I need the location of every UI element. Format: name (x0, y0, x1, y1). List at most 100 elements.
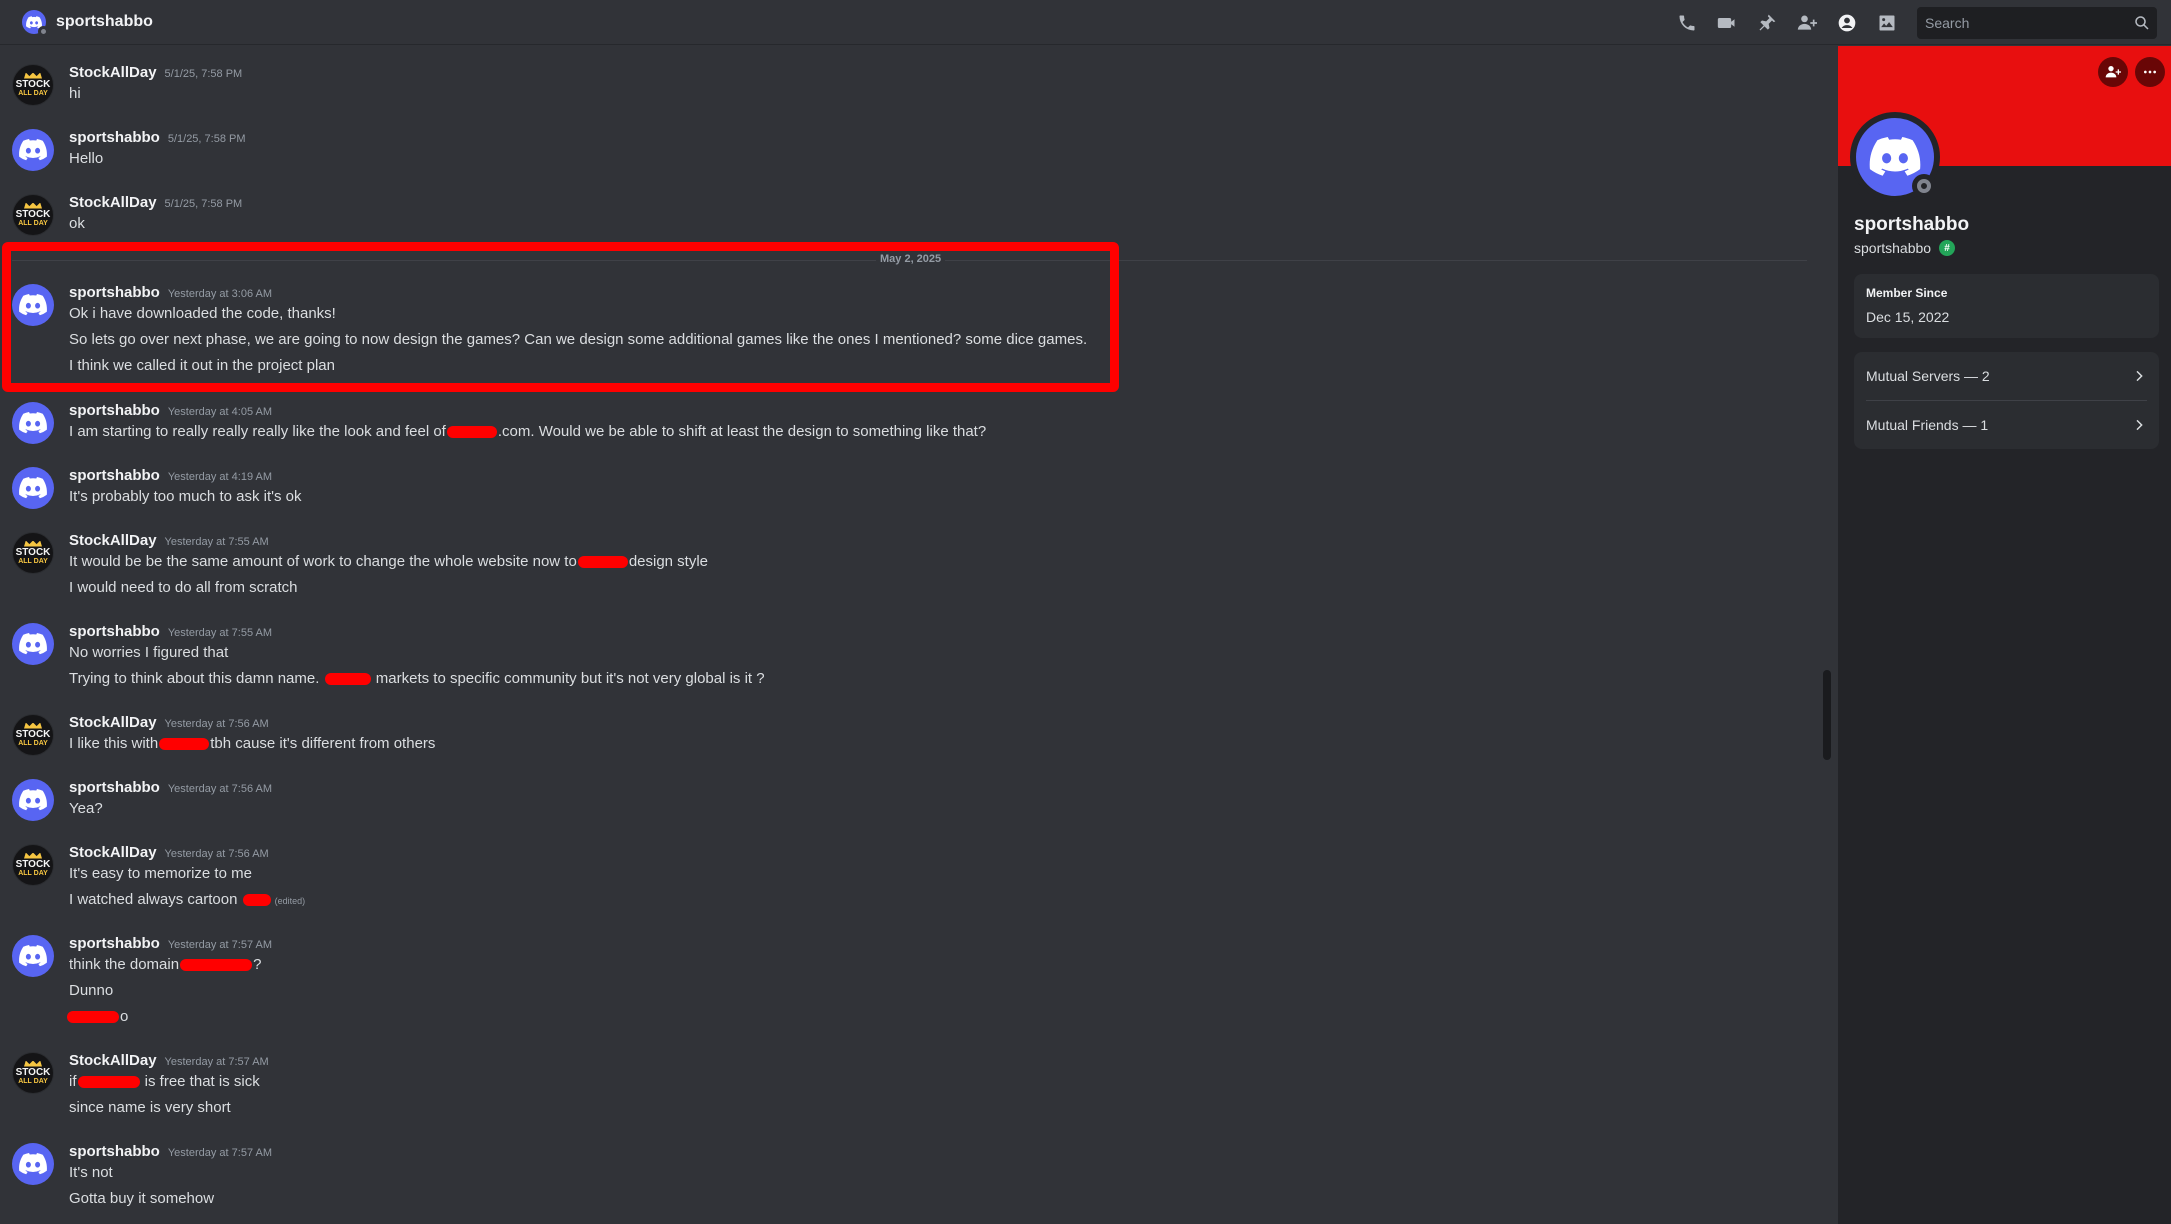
message-timestamp: Yesterday at 7:56 AM (167, 783, 273, 795)
message-text: I watched always cartoon (edited) (69, 891, 306, 908)
message-text: I would need to do all from scratch (69, 579, 298, 596)
redaction-mark (67, 1011, 119, 1024)
chat-scrollbar[interactable] (1823, 670, 1831, 760)
message-text: think the domain? (69, 956, 262, 973)
message-author[interactable]: StockAllDay (69, 714, 157, 731)
message-text: Dunno (69, 982, 114, 999)
message-author[interactable]: sportshabbo (69, 1143, 160, 1160)
message-timestamp: Yesterday at 7:56 AM (164, 848, 269, 860)
dm-avatar-icon (22, 10, 49, 37)
redaction-mark (77, 1076, 140, 1089)
message-timestamp: Yesterday at 7:57 AM (164, 1056, 269, 1068)
redaction-mark (242, 894, 271, 907)
search-input[interactable] (1917, 14, 2117, 31)
message-text: Yea? (69, 800, 103, 817)
crown-icon (24, 202, 42, 209)
message-author[interactable]: sportshabbo (69, 402, 160, 419)
message-author[interactable]: StockAllDay (69, 1052, 157, 1069)
sportshabbo-avatar[interactable] (12, 1143, 54, 1185)
pin-icon[interactable] (1747, 0, 1787, 45)
redaction-mark (180, 959, 253, 972)
message-author[interactable]: sportshabbo (69, 935, 160, 952)
message-text: ok (69, 215, 85, 232)
discord-logo-icon (1869, 137, 1921, 176)
add-friend-button[interactable] (2098, 57, 2128, 87)
message-text: It's easy to memorize to me (69, 865, 252, 882)
redaction-mark (446, 426, 497, 439)
message-author[interactable]: sportshabbo (69, 623, 160, 640)
status-indicator (1912, 174, 1936, 198)
message-text: I am starting to really really really li… (69, 423, 987, 440)
chevron-right-icon (2136, 370, 2143, 382)
stockallday-avatar[interactable]: STOCK ALL DAY (12, 714, 54, 756)
message-timestamp: 5/1/25, 7:58 PM (164, 68, 243, 80)
mutual-servers-label: Mutual Servers — 2 (1866, 368, 1990, 384)
message-author[interactable]: StockAllDay (69, 532, 157, 549)
message-timestamp: 5/1/25, 7:58 PM (164, 198, 243, 210)
member-since-label: Member Since (1866, 286, 1948, 300)
profile-username: sportshabbo # (1854, 240, 1956, 256)
chat-area: May 2, 2025 STOCK ALL DAY StockAllDay 5/1/… (0, 46, 1838, 1224)
message-text: Trying to think about this damn name. ma… (69, 670, 765, 687)
status-dot (38, 26, 49, 37)
message-text: It's not (69, 1164, 113, 1181)
hashtag-badge-icon[interactable]: # (1939, 240, 1956, 256)
sportshabbo-avatar[interactable] (12, 402, 54, 444)
stockallday-avatar[interactable]: STOCK ALL DAY (12, 64, 54, 106)
crown-icon (24, 72, 42, 79)
message-text: since name is very short (69, 1099, 231, 1116)
sportshabbo-avatar[interactable] (12, 129, 54, 171)
message-text: Hello (69, 150, 104, 167)
message-timestamp: 5/1/25, 7:58 PM (167, 133, 246, 145)
sportshabbo-avatar[interactable] (12, 935, 54, 977)
sportshabbo-avatar[interactable] (12, 779, 54, 821)
message-timestamp: Yesterday at 4:05 AM (167, 406, 273, 418)
edited-label: (edited) (274, 896, 306, 906)
message-text: hi (69, 85, 81, 102)
message-text: Gotta buy it somehow (69, 1190, 215, 1207)
add-friend-icon[interactable] (1787, 0, 1827, 45)
crown-icon (24, 722, 42, 729)
stockallday-avatar[interactable]: STOCK ALL DAY (12, 1052, 54, 1094)
message-text: It's probably too much to ask it's ok (69, 488, 302, 505)
message-author[interactable]: StockAllDay (69, 844, 157, 861)
message-text: I like this with tbh cause it's different… (69, 735, 436, 752)
member-since-card: Member Since Dec 15, 2022 (1854, 274, 2159, 338)
message-author[interactable]: StockAllDay (69, 64, 157, 81)
redaction-mark (324, 673, 371, 686)
header-toolbar (1667, 0, 2171, 45)
message-text: o (66, 1008, 128, 1025)
profile-toggle-icon[interactable] (1827, 0, 1867, 45)
message-author[interactable]: sportshabbo (69, 467, 160, 484)
mutuals-card: Mutual Servers — 2 Mutual Friends — 1 (1854, 352, 2159, 449)
channel-header: sportshabbo (0, 0, 2171, 45)
message-text: It would be be the same amount of work t… (69, 553, 709, 570)
message-author[interactable]: sportshabbo (69, 779, 160, 796)
message-timestamp: Yesterday at 7:55 AM (164, 536, 269, 548)
search-icon[interactable] (2133, 14, 2151, 32)
search-box[interactable] (1917, 6, 2157, 39)
chevron-right-icon (2136, 419, 2143, 431)
message-text: No worries I figured that (69, 644, 229, 661)
video-icon[interactable] (1707, 0, 1747, 45)
more-options-button[interactable] (2135, 57, 2165, 87)
message-author[interactable]: StockAllDay (69, 194, 157, 211)
message-author[interactable]: sportshabbo (69, 129, 160, 146)
sportshabbo-avatar[interactable] (12, 623, 54, 665)
mutual-friends-label: Mutual Friends — 1 (1866, 417, 1989, 433)
profile-display-name: sportshabbo (1854, 214, 1970, 235)
stockallday-avatar[interactable]: STOCK ALL DAY (12, 532, 54, 574)
message-timestamp: Yesterday at 7:55 AM (167, 627, 273, 639)
mutual-friends-row[interactable]: Mutual Friends — 1 (1854, 401, 2159, 449)
member-since-value: Dec 15, 2022 (1866, 309, 1950, 325)
message-text: if is free that is sick (69, 1073, 260, 1090)
mutual-servers-row[interactable]: Mutual Servers — 2 (1854, 352, 2159, 400)
stockallday-avatar[interactable]: STOCK ALL DAY (12, 194, 54, 236)
stockallday-avatar[interactable]: STOCK ALL DAY (12, 844, 54, 886)
sportshabbo-avatar[interactable] (12, 467, 54, 509)
message-timestamp: Yesterday at 7:57 AM (167, 939, 273, 951)
message-timestamp: Yesterday at 4:19 AM (167, 471, 273, 483)
phone-icon[interactable] (1667, 0, 1707, 45)
channel-title: sportshabbo (56, 13, 153, 30)
gallery-icon[interactable] (1867, 0, 1907, 45)
